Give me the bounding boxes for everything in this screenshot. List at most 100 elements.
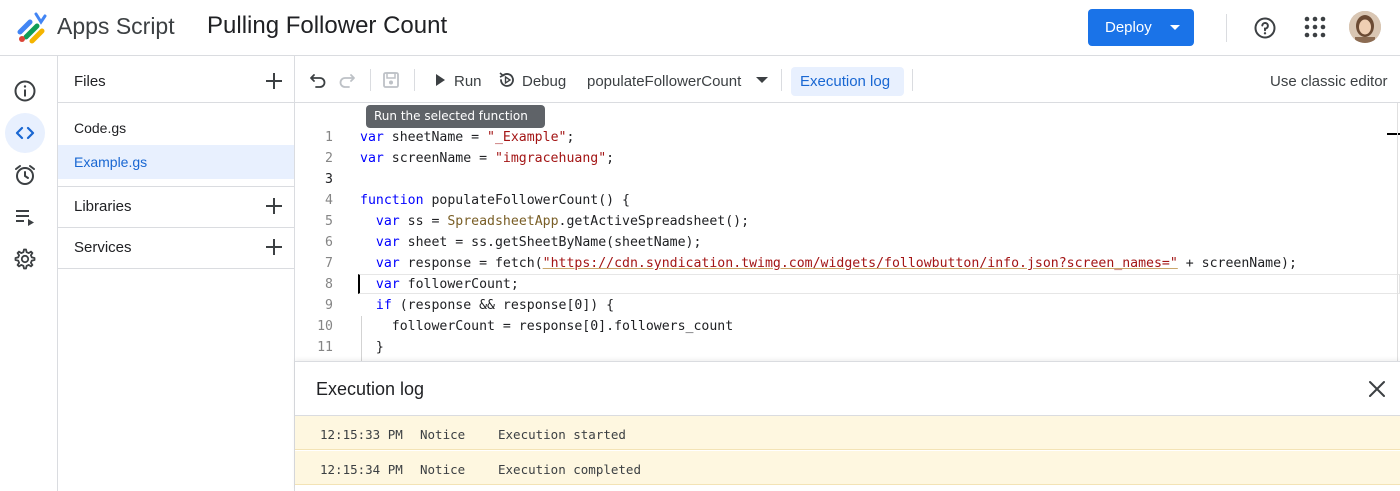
playlist-play-icon <box>16 210 34 226</box>
toolbar-divider <box>370 69 371 91</box>
line-number: 3 <box>325 172 333 187</box>
log-message: Execution completed <box>498 462 641 477</box>
line-number: 9 <box>325 298 333 313</box>
libraries-row[interactable]: Libraries <box>58 187 294 227</box>
code-line: 2 var screenName = "imgracehuang"; <box>295 149 1400 170</box>
log-time: 12:15:33 PM <box>320 427 403 442</box>
line-number: 8 <box>325 277 333 292</box>
code-text: var ss = SpreadsheetApp.getActiveSpreads… <box>375 214 750 229</box>
code-text: var sheet = ss.getSheetByName(sheetName)… <box>375 235 702 250</box>
project-title[interactable]: Pulling Follower Count <box>207 12 447 40</box>
use-classic-editor-link[interactable]: Use classic editor <box>1270 73 1388 90</box>
avatar[interactable] <box>1349 11 1381 43</box>
line-number: 1 <box>325 130 333 145</box>
files-label: Files <box>74 73 106 90</box>
add-service-icon[interactable] <box>264 237 284 257</box>
services-label: Services <box>74 239 132 256</box>
add-file-icon[interactable] <box>264 71 284 91</box>
alarm-clock-icon <box>15 165 35 185</box>
code-editor[interactable]: 1 var sheetName = "_Example"; 2 var scre… <box>295 103 1400 361</box>
undo-icon[interactable] <box>308 70 328 90</box>
close-icon[interactable] <box>1367 379 1387 399</box>
play-icon[interactable] <box>432 72 448 88</box>
files-header: Files <box>58 62 294 102</box>
apps-script-logo-icon[interactable] <box>14 10 50 46</box>
line-number: 4 <box>325 193 333 208</box>
log-row: 12:15:33 PM Notice Execution started <box>295 416 1400 450</box>
line-number: 5 <box>325 214 333 229</box>
gear-icon <box>14 248 36 270</box>
header-divider <box>1226 14 1227 42</box>
log-row: 12:15:34 PM Notice Execution completed <box>295 451 1400 485</box>
toolbar-divider <box>414 69 415 91</box>
execution-log-title: Execution log <box>316 379 425 399</box>
caret-down-icon <box>1170 25 1180 30</box>
debug-icon[interactable] <box>498 71 516 89</box>
code-text: followerCount = response[0].followers_co… <box>360 319 734 334</box>
user-avatar-icon <box>1349 11 1381 43</box>
file-item-code-gs[interactable]: Code.gs <box>58 111 294 145</box>
line-number: 2 <box>325 151 333 166</box>
services-row[interactable]: Services <box>58 228 294 268</box>
log-message: Execution started <box>498 427 626 442</box>
code-line: 4 function populateFollowerCount() { <box>295 191 1400 212</box>
code-text: function populateFollowerCount() { <box>360 193 630 208</box>
file-item-example-gs[interactable]: Example.gs <box>58 145 294 179</box>
run-button[interactable]: Run <box>454 73 482 90</box>
app-header: Apps Script Pulling Follower Count Deplo… <box>0 0 1400 56</box>
files-panel: Files Code.gs Example.gs Libraries Servi… <box>58 56 295 491</box>
toolbar-divider <box>912 69 913 91</box>
deploy-button[interactable]: Deploy <box>1088 9 1194 46</box>
file-name: Example.gs <box>74 154 148 170</box>
executions-button[interactable] <box>5 197 45 237</box>
code-line: 1 var sheetName = "_Example"; <box>295 128 1400 149</box>
execution-log-label: Execution log <box>800 73 891 90</box>
debug-button[interactable]: Debug <box>522 73 566 90</box>
left-nav-rail <box>0 56 58 491</box>
editor-scrollbar[interactable] <box>1397 103 1398 361</box>
libraries-label: Libraries <box>74 198 132 215</box>
triggers-button[interactable] <box>5 155 45 195</box>
add-library-icon[interactable] <box>264 196 284 216</box>
app-name[interactable]: Apps Script <box>57 13 175 40</box>
file-name: Code.gs <box>74 120 127 136</box>
code-icon <box>15 126 35 140</box>
run-tooltip: Run the selected function <box>366 105 545 128</box>
redo-icon[interactable] <box>337 70 357 90</box>
execution-log-panel: Execution log 12:15:33 PM Notice Executi… <box>295 361 1400 491</box>
code-line: 10 followerCount = response[0].followers… <box>295 317 1400 338</box>
divider <box>58 268 294 269</box>
code-text: var followerCount; <box>375 277 519 292</box>
save-icon[interactable] <box>381 70 401 90</box>
log-level: Notice <box>420 462 466 477</box>
code-text: var screenName = "imgracehuang"; <box>360 151 615 166</box>
overview-button[interactable] <box>5 71 45 111</box>
info-icon <box>14 80 36 102</box>
help-icon[interactable] <box>1253 16 1277 40</box>
deploy-label: Deploy <box>1105 19 1152 36</box>
line-number: 10 <box>317 319 333 334</box>
editor-toolbar: Run Debug populateFollowerCount Executio… <box>295 56 1400 103</box>
code-line: 3 <box>295 170 1400 191</box>
google-apps-icon[interactable] <box>1304 16 1326 38</box>
editor-button[interactable] <box>5 113 45 153</box>
overview-ruler-marker <box>1387 133 1400 135</box>
code-text: } <box>360 340 384 355</box>
line-number: 11 <box>317 340 333 355</box>
code-line: 6 var sheet = ss.getSheetByName(sheetNam… <box>295 233 1400 254</box>
project-settings-button[interactable] <box>5 239 45 279</box>
code-text: var response = fetch("https://cdn.syndic… <box>375 256 1297 271</box>
line-number: 7 <box>325 256 333 271</box>
code-text: var sheetName = "_Example"; <box>360 130 575 145</box>
log-time: 12:15:34 PM <box>320 462 403 477</box>
divider <box>58 102 294 103</box>
code-line: 5 var ss = SpreadsheetApp.getActiveSprea… <box>295 212 1400 233</box>
code-text: if (response && response[0]) { <box>375 298 615 313</box>
execution-log-toggle[interactable]: Execution log <box>791 67 904 96</box>
code-line: 7 var response = fetch("https://cdn.synd… <box>295 254 1400 275</box>
code-line: 9 if (response && response[0]) { <box>295 296 1400 317</box>
line-number: 6 <box>325 235 333 250</box>
log-level: Notice <box>420 427 466 442</box>
dropdown-arrow-icon[interactable] <box>755 74 769 86</box>
function-select[interactable]: populateFollowerCount <box>587 73 741 90</box>
